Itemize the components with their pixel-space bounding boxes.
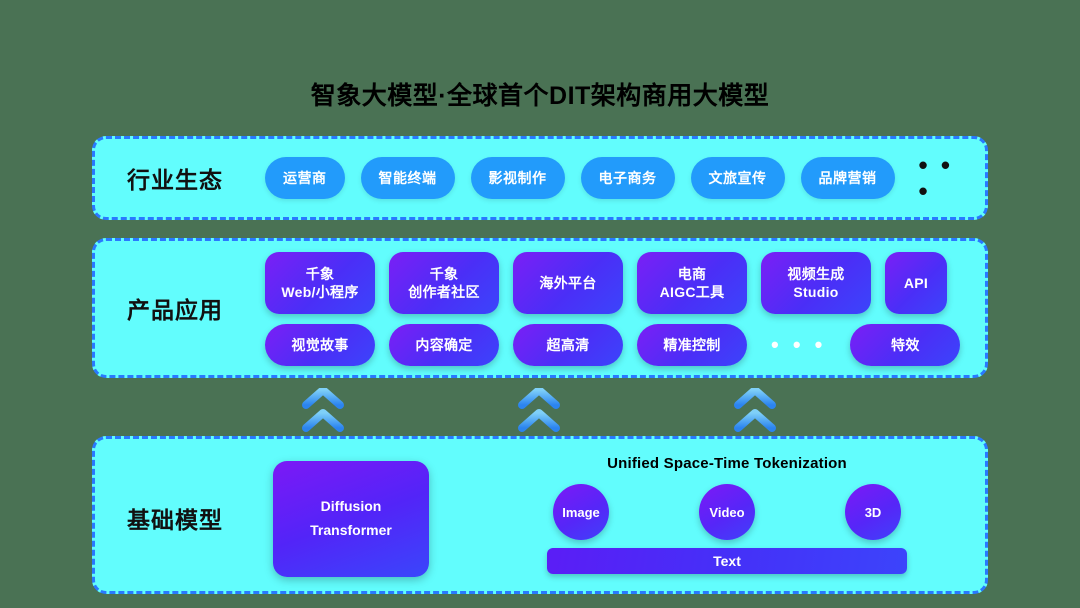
modality-circle-3d[interactable]: 3D bbox=[845, 484, 901, 540]
page-title: 智象大模型·全球首个DIT架构商用大模型 bbox=[310, 82, 770, 110]
double-chevron-up-icon bbox=[300, 386, 346, 432]
ecosystem-pill-telecom[interactable]: 运营商 bbox=[265, 157, 345, 199]
base-model-label: 基础模型 bbox=[127, 507, 223, 533]
ecosystem-pill-film-production[interactable]: 影视制作 bbox=[470, 157, 565, 199]
ecosystem-ellipsis-icon: • • • bbox=[918, 150, 953, 206]
product-card-special-effects[interactable]: 特效 bbox=[850, 324, 961, 366]
upward-flow-arrows bbox=[92, 386, 988, 432]
modality-circle-video[interactable]: Video bbox=[699, 484, 755, 540]
product-primary-row: 千象 Web/小程序 千象 创作者社区 海外平台 电商 AIGC工具 视频生成 … bbox=[265, 252, 965, 314]
diffusion-transformer-line1: Diffusion bbox=[320, 498, 382, 515]
product-ellipsis-icon: • • • bbox=[771, 332, 827, 357]
ecosystem-pill-ecommerce[interactable]: 电子商务 bbox=[580, 157, 675, 199]
product-card-content-consistency[interactable]: 内容确定 bbox=[389, 324, 499, 366]
industry-ecosystem-panel: 行业生态 运营商 智能终端 影视制作 电子商务 文旅宣传 品牌营销 • • • bbox=[92, 136, 988, 220]
product-card-api[interactable]: API bbox=[885, 252, 947, 314]
tokenization-area: Unified Space-Time Tokenization Image Vi… bbox=[489, 455, 965, 574]
tokenization-title: Unified Space-Time Tokenization bbox=[607, 455, 847, 472]
product-card-grid: 千象 Web/小程序 千象 创作者社区 海外平台 电商 AIGC工具 视频生成 … bbox=[265, 250, 965, 366]
product-card-video-generation-studio[interactable]: 视频生成 Studio bbox=[761, 252, 871, 314]
product-card-qianxiang-web[interactable]: 千象 Web/小程序 bbox=[265, 252, 375, 314]
product-card-visual-story[interactable]: 视觉故事 bbox=[265, 324, 375, 366]
product-card-ecommerce-aigc-tool[interactable]: 电商 AIGC工具 bbox=[637, 252, 747, 314]
industry-ecosystem-label: 行业生态 bbox=[127, 167, 223, 193]
ecosystem-pill-brand-marketing[interactable]: 品牌营销 bbox=[800, 157, 895, 199]
double-chevron-up-icon bbox=[732, 386, 778, 432]
product-secondary-row: 视觉故事 内容确定 超高清 精准控制 • • • 特效 bbox=[265, 324, 965, 366]
product-card-ultra-hd[interactable]: 超高清 bbox=[513, 324, 623, 366]
base-model-content: Diffusion Transformer Unified Space-Time… bbox=[265, 439, 965, 591]
base-model-panel: 基础模型 Diffusion Transformer Unified Space… bbox=[92, 436, 988, 594]
product-card-creator-community[interactable]: 千象 创作者社区 bbox=[389, 252, 499, 314]
modality-circle-image[interactable]: Image bbox=[553, 484, 609, 540]
product-applications-label: 产品应用 bbox=[127, 297, 223, 323]
product-card-overseas-platform[interactable]: 海外平台 bbox=[513, 252, 623, 314]
diffusion-transformer-line2: Transformer bbox=[310, 522, 392, 538]
ecosystem-pill-tourism-promotion[interactable]: 文旅宣传 bbox=[690, 157, 785, 199]
modality-circle-row: Image Video 3D bbox=[547, 484, 907, 540]
double-chevron-up-icon bbox=[516, 386, 562, 432]
modality-bar-text[interactable]: Text bbox=[547, 548, 907, 574]
diffusion-transformer-box[interactable]: Diffusion Transformer bbox=[273, 461, 429, 577]
industry-ecosystem-pill-row: 运营商 智能终端 影视制作 电子商务 文旅宣传 品牌营销 • • • bbox=[265, 152, 963, 204]
product-applications-panel: 产品应用 千象 Web/小程序 千象 创作者社区 海外平台 电商 AIGC工具 … bbox=[92, 238, 988, 378]
product-card-precise-control[interactable]: 精准控制 bbox=[637, 324, 747, 366]
ecosystem-pill-smart-terminal[interactable]: 智能终端 bbox=[360, 157, 455, 199]
